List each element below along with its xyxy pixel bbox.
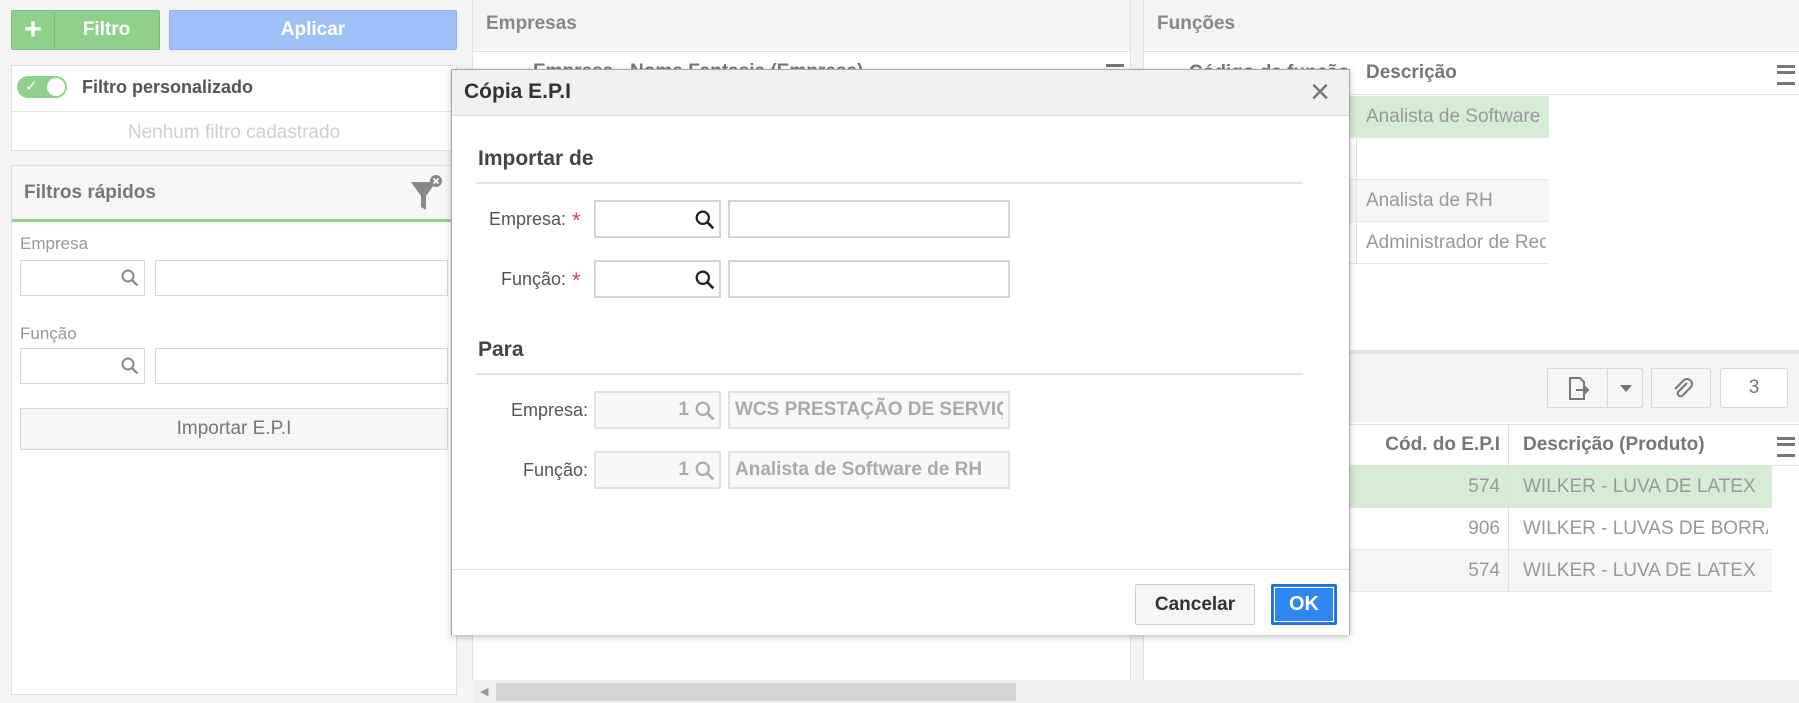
from-funcao-name-input[interactable] <box>728 260 1010 298</box>
epi-desc-cell: WILKER - LUVAS DE BORRACHA <box>1523 517 1768 539</box>
dialog-title: Cópia E.P.I <box>464 80 571 103</box>
divider <box>476 373 1303 375</box>
funcao-desc-cell <box>1366 138 1546 179</box>
to-funcao-name-value: Analista de Software de RH <box>735 459 983 480</box>
from-funcao-label: Função: <box>500 269 566 289</box>
epi-desc-cell: WILKER - LUVA DE LATEX <box>1523 559 1756 581</box>
epi-desc-cell: WILKER - LUVA DE LATEX <box>1523 475 1756 497</box>
scrollbar-thumb[interactable] <box>496 683 1016 701</box>
chevron-down-icon <box>1620 385 1632 392</box>
from-empresa-name-input[interactable] <box>728 200 1010 238</box>
attachment-button[interactable] <box>1651 368 1711 408</box>
search-icon[interactable] <box>121 269 139 287</box>
toggle-knob <box>47 78 65 96</box>
to-empresa-code-value: 1 <box>678 399 689 420</box>
empresa-filter-label: Empresa <box>20 234 89 253</box>
quick-filters-title: Filtros rápidos <box>24 182 156 203</box>
funcao-name-input[interactable] <box>155 348 448 384</box>
funcoes-header-bar: Funções <box>1144 0 1799 50</box>
export-button[interactable] <box>1547 368 1608 408</box>
funcao-desc-cell: Administrador de Redes <box>1366 231 1546 253</box>
divider <box>476 182 1303 184</box>
import-epi-button[interactable]: Importar E.P.I <box>20 408 448 450</box>
column-header[interactable]: Descrição (Produto) <box>1523 425 1705 465</box>
custom-filter-box: ✓ Filtro personalizado Nenhum filtro cad… <box>11 65 457 151</box>
funcao-desc-cell: Analista de Software de RH <box>1366 105 1546 127</box>
to-empresa-name-input: WCS PRESTAÇÃO DE SERVIÇOS <box>728 391 1010 429</box>
close-icon[interactable]: × <box>1304 75 1336 109</box>
column-header[interactable]: Descrição <box>1366 52 1457 94</box>
export-dropdown-button[interactable] <box>1607 368 1643 408</box>
empresa-name-input[interactable] <box>155 260 448 296</box>
paperclip-icon <box>1674 378 1693 398</box>
horizontal-scrollbar[interactable]: ◀ <box>474 680 1799 703</box>
funcao-filter-label: Função <box>20 324 77 343</box>
copy-epi-dialog: Cópia E.P.I × Importar de Empresa: * Fun… <box>451 69 1350 635</box>
search-icon <box>695 461 715 481</box>
export-icon <box>1569 377 1590 400</box>
empresas-header-bar: Empresas <box>473 0 1130 50</box>
custom-filter-title: Filtro personalizado <box>82 77 254 97</box>
to-empresa-name-value: WCS PRESTAÇÃO DE SERVIÇOS <box>735 399 1003 420</box>
empty-filter-text: Nenhum filtro cadastrado <box>127 122 341 143</box>
funcao-code-input[interactable] <box>20 348 145 384</box>
search-icon[interactable] <box>121 357 139 375</box>
to-empresa-code-input: 1 <box>594 391 721 429</box>
to-funcao-code-value: 1 <box>678 459 689 480</box>
to-funcao-label: Função: <box>522 460 588 480</box>
column-menu-icon[interactable] <box>1777 65 1795 85</box>
required-mark: * <box>572 208 581 233</box>
column-menu-icon[interactable] <box>1777 437 1795 457</box>
search-icon[interactable] <box>695 270 715 290</box>
from-funcao-code-input[interactable] <box>594 260 721 298</box>
from-empresa-code-input[interactable] <box>594 200 721 238</box>
funcoes-title: Funções <box>1157 13 1236 34</box>
dialog-footer: Cancelar OK <box>452 569 1349 635</box>
plus-icon: + <box>12 11 55 49</box>
count-badge: 3 <box>1720 368 1788 408</box>
divider <box>12 111 456 112</box>
to-funcao-name-input: Analista de Software de RH <box>728 451 1010 489</box>
search-icon[interactable] <box>695 210 715 230</box>
section-import-from: Importar de <box>478 147 594 170</box>
cancel-button[interactable]: Cancelar <box>1135 584 1255 625</box>
ok-button[interactable]: OK <box>1271 584 1337 625</box>
to-funcao-code-input: 1 <box>594 451 721 489</box>
add-filter-button[interactable]: + Filtro <box>11 10 160 50</box>
clear-filter-icon[interactable] <box>410 174 442 216</box>
empresa-code-input[interactable] <box>20 260 145 296</box>
apply-button[interactable]: Aplicar <box>169 10 457 50</box>
section-import-to: Para <box>478 338 524 361</box>
from-empresa-label: Empresa: <box>488 209 566 229</box>
quick-filters-panel: Filtros rápidos Empresa Função Importar … <box>11 165 457 695</box>
filter-button-label: Filtro <box>82 19 131 40</box>
required-mark: * <box>572 268 581 293</box>
to-empresa-label: Empresa: <box>510 400 588 420</box>
search-icon <box>695 401 715 421</box>
check-icon: ✓ <box>25 78 38 95</box>
funcao-desc-cell: Analista de RH <box>1366 189 1493 211</box>
scroll-left-icon[interactable]: ◀ <box>480 685 488 698</box>
quick-filters-header: Filtros rápidos <box>12 166 456 222</box>
dialog-header: Cópia E.P.I × <box>452 70 1349 116</box>
empresas-title: Empresas <box>486 13 577 34</box>
custom-filter-toggle[interactable]: ✓ <box>17 76 67 98</box>
